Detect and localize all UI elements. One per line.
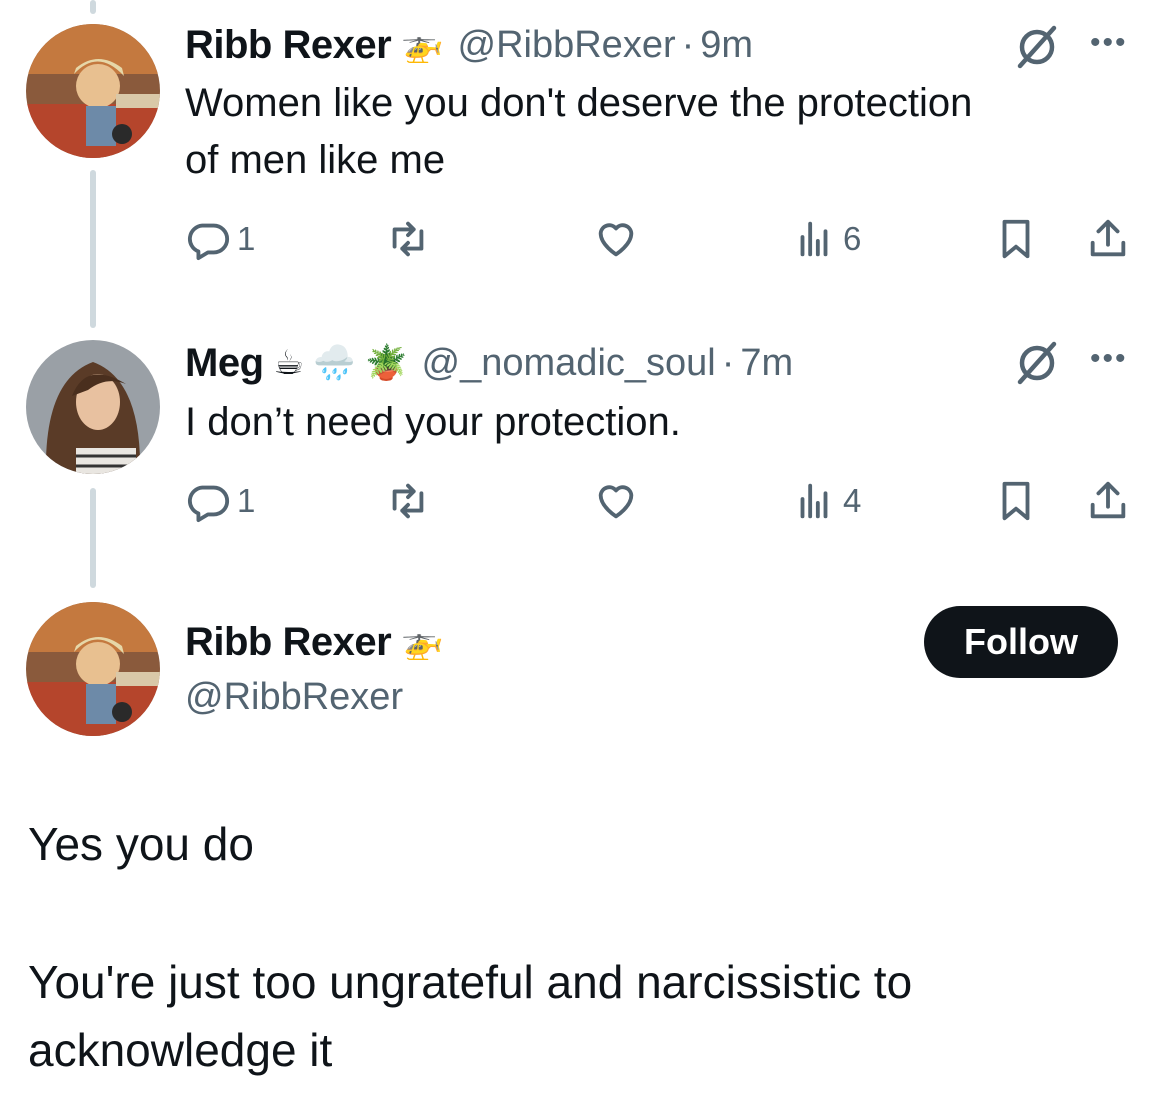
status-emoji: ☕ 🌧️ 🪴 — [273, 344, 408, 382]
reply-icon — [188, 485, 230, 523]
grok-icon[interactable] — [1012, 22, 1062, 72]
like-button[interactable] — [593, 214, 639, 264]
views-icon — [800, 483, 828, 519]
thread-line — [90, 170, 96, 328]
grok-icon[interactable] — [1012, 338, 1062, 388]
display-name[interactable]: Ribb Rexer — [185, 620, 392, 665]
avatar[interactable] — [26, 24, 160, 158]
bookmark-icon — [1002, 481, 1030, 521]
reply-count: 1 — [237, 482, 256, 519]
bookmark-button[interactable] — [993, 476, 1039, 526]
display-name[interactable]: Ribb Rexer — [185, 23, 392, 68]
handle[interactable]: @RibbRexer — [185, 676, 403, 719]
more-icon[interactable]: ••• — [1090, 342, 1128, 376]
like-button[interactable] — [593, 476, 639, 526]
bookmark-button[interactable] — [993, 214, 1039, 264]
follow-button[interactable]: Follow — [924, 606, 1118, 678]
share-button[interactable] — [1085, 476, 1131, 526]
action-bar: 1 4 — [185, 476, 1140, 526]
separator-dot: · — [721, 341, 735, 384]
thread-line — [90, 488, 96, 588]
display-name[interactable]: Meg — [185, 341, 264, 386]
thread-line — [90, 0, 96, 14]
retweet-icon — [392, 483, 424, 519]
share-icon — [1090, 219, 1126, 257]
views-count: 4 — [843, 482, 862, 519]
views-button[interactable]: 6 — [791, 214, 861, 264]
tweet-paragraph: Yes you do — [28, 818, 254, 870]
tweet-text-line: Women like you don't deserve the protect… — [185, 81, 973, 125]
reply-button[interactable]: 1 — [185, 476, 255, 526]
avatar[interactable] — [26, 340, 160, 474]
tweet-paragraph: You're just too ungrateful and narcissis… — [28, 956, 913, 1008]
reply-count: 1 — [237, 220, 256, 257]
share-icon — [1090, 481, 1126, 519]
share-button[interactable] — [1085, 214, 1131, 264]
action-bar: 1 6 — [185, 214, 1140, 264]
tweet-text-line: I don’t need your protection. — [185, 400, 681, 444]
reply-icon — [188, 223, 230, 261]
handle[interactable]: @RibbRexer — [458, 24, 676, 67]
tweet-text-line: of men like me — [185, 138, 446, 182]
views-count: 6 — [843, 220, 862, 257]
separator-dot: · — [681, 23, 695, 66]
like-icon — [598, 485, 634, 519]
bookmark-icon — [1002, 219, 1030, 259]
handle[interactable]: @_nomadic_soul — [422, 342, 716, 385]
main-tweet-text: Yes you do You're just too ungrateful an… — [28, 810, 1128, 1084]
retweet-button[interactable] — [385, 476, 431, 526]
helicopter-emoji: 🚁 — [401, 623, 444, 661]
timestamp[interactable]: 7m — [740, 342, 793, 385]
reply-button[interactable]: 1 — [185, 214, 255, 264]
retweet-icon — [392, 221, 424, 257]
timestamp[interactable]: 9m — [700, 24, 753, 67]
views-button[interactable]: 4 — [791, 476, 861, 526]
like-icon — [598, 223, 634, 257]
helicopter-emoji: 🚁 — [401, 26, 444, 64]
more-icon[interactable]: ••• — [1090, 26, 1128, 60]
avatar[interactable] — [26, 602, 160, 736]
tweet-paragraph: acknowledge it — [28, 1024, 333, 1076]
views-icon — [800, 221, 828, 257]
retweet-button[interactable] — [385, 214, 431, 264]
